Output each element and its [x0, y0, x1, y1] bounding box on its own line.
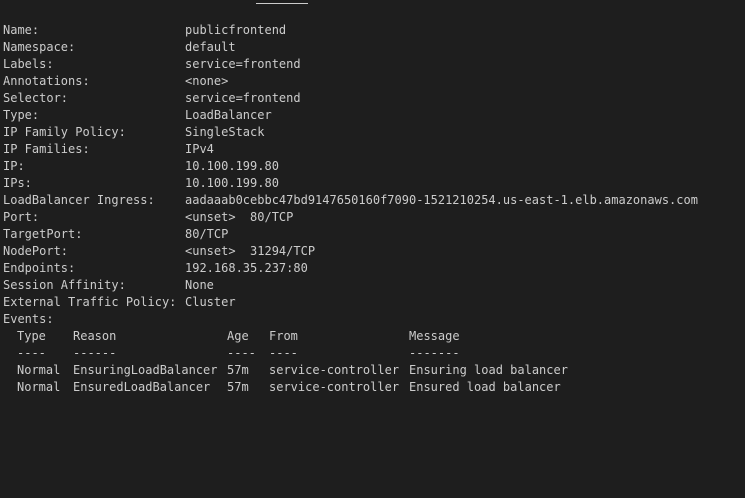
field-type: Type: LoadBalancer — [3, 107, 743, 124]
field-key: Annotations: — [3, 74, 90, 88]
field-port: Port: <unset> 80/TCP — [3, 209, 743, 226]
separator: ------ — [73, 346, 117, 360]
field-external-traffic-policy: External Traffic Policy: Cluster — [3, 294, 743, 311]
event-type: Normal — [17, 380, 61, 394]
field-node-port: NodePort: <unset> 31294/TCP — [3, 243, 743, 260]
field-endpoints: Endpoints: 192.168.35.237:80 — [3, 260, 743, 277]
event-message: Ensuring load balancer — [409, 363, 568, 377]
field-key: LoadBalancer Ingress: — [3, 193, 155, 207]
separator: ---- — [17, 346, 46, 360]
field-ip-families: IP Families: IPv4 — [3, 141, 743, 158]
field-key: Type: — [3, 108, 40, 122]
top-divider — [256, 3, 308, 4]
event-from: service-controller — [269, 363, 400, 377]
field-session-affinity: Session Affinity: None — [3, 277, 743, 294]
field-value: 192.168.35.237:80 — [185, 261, 308, 275]
separator: ---- — [269, 346, 298, 360]
events-col-message: Message — [409, 329, 460, 343]
field-value: <unset> 80/TCP — [185, 210, 294, 224]
field-key: Selector: — [3, 91, 69, 105]
field-ips: IPs: 10.100.199.80 — [3, 175, 743, 192]
field-value: 10.100.199.80 — [185, 176, 279, 190]
field-value: None — [185, 278, 214, 292]
events-col-type: Type — [17, 329, 46, 343]
events-header-row: Type Reason Age From Message — [3, 328, 743, 345]
field-key: Name: — [3, 23, 40, 37]
terminal-output: Name: publicfrontend Namespace: default … — [3, 22, 743, 396]
events-col-reason: Reason — [73, 329, 117, 343]
field-annotations: Annotations: <none> — [3, 73, 743, 90]
field-value: SingleStack — [185, 125, 265, 139]
event-type: Normal — [17, 363, 61, 377]
field-ip-family-policy: IP Family Policy: SingleStack — [3, 124, 743, 141]
event-reason: EnsuredLoadBalancer — [73, 380, 211, 394]
events-separator-row: ---- ------ ---- ---- ------- — [3, 345, 743, 362]
field-key: Port: — [3, 210, 40, 224]
field-value: LoadBalancer — [185, 108, 272, 122]
field-key: Labels: — [3, 57, 54, 71]
event-reason: EnsuringLoadBalancer — [73, 363, 218, 377]
field-key: TargetPort: — [3, 227, 83, 241]
event-age: 57m — [227, 363, 249, 377]
event-from: service-controller — [269, 380, 400, 394]
field-target-port: TargetPort: 80/TCP — [3, 226, 743, 243]
field-key: IP Family Policy: — [3, 125, 126, 139]
field-selector: Selector: service=frontend — [3, 90, 743, 107]
field-key: External Traffic Policy: — [3, 295, 177, 309]
field-value: IPv4 — [185, 142, 214, 156]
field-namespace: Namespace: default — [3, 39, 743, 56]
field-value: default — [185, 40, 236, 54]
events-col-age: Age — [227, 329, 249, 343]
field-value: <unset> 31294/TCP — [185, 244, 316, 258]
event-row: Normal EnsuredLoadBalancer 57m service-c… — [3, 379, 743, 396]
field-key: IPs: — [3, 176, 32, 190]
field-value: aadaaab0cebbc47bd9147650160f7090-1521210… — [185, 193, 698, 207]
field-value: Cluster — [185, 295, 236, 309]
field-key: Endpoints: — [3, 261, 76, 275]
event-age: 57m — [227, 380, 249, 394]
field-key: IP: — [3, 159, 25, 173]
separator: ------- — [409, 346, 460, 360]
event-row: Normal EnsuringLoadBalancer 57m service-… — [3, 362, 743, 379]
event-message: Ensured load balancer — [409, 380, 561, 394]
field-value: 10.100.199.80 — [185, 159, 279, 173]
field-key: Namespace: — [3, 40, 76, 54]
separator: ---- — [227, 346, 256, 360]
field-loadbalancer-ingress: LoadBalancer Ingress: aadaaab0cebbc47bd9… — [3, 192, 743, 209]
events-col-from: From — [269, 329, 298, 343]
field-value: 80/TCP — [185, 227, 229, 241]
field-key: NodePort: — [3, 244, 69, 258]
field-labels: Labels: service=frontend — [3, 56, 743, 73]
field-name: Name: publicfrontend — [3, 22, 743, 39]
field-value: service=frontend — [185, 91, 301, 105]
field-key: IP Families: — [3, 142, 90, 156]
field-value: service=frontend — [185, 57, 301, 71]
field-ip: IP: 10.100.199.80 — [3, 158, 743, 175]
field-value: <none> — [185, 74, 229, 88]
events-label: Events: — [3, 312, 54, 326]
field-value: publicfrontend — [185, 23, 287, 37]
field-key: Session Affinity: — [3, 278, 126, 292]
